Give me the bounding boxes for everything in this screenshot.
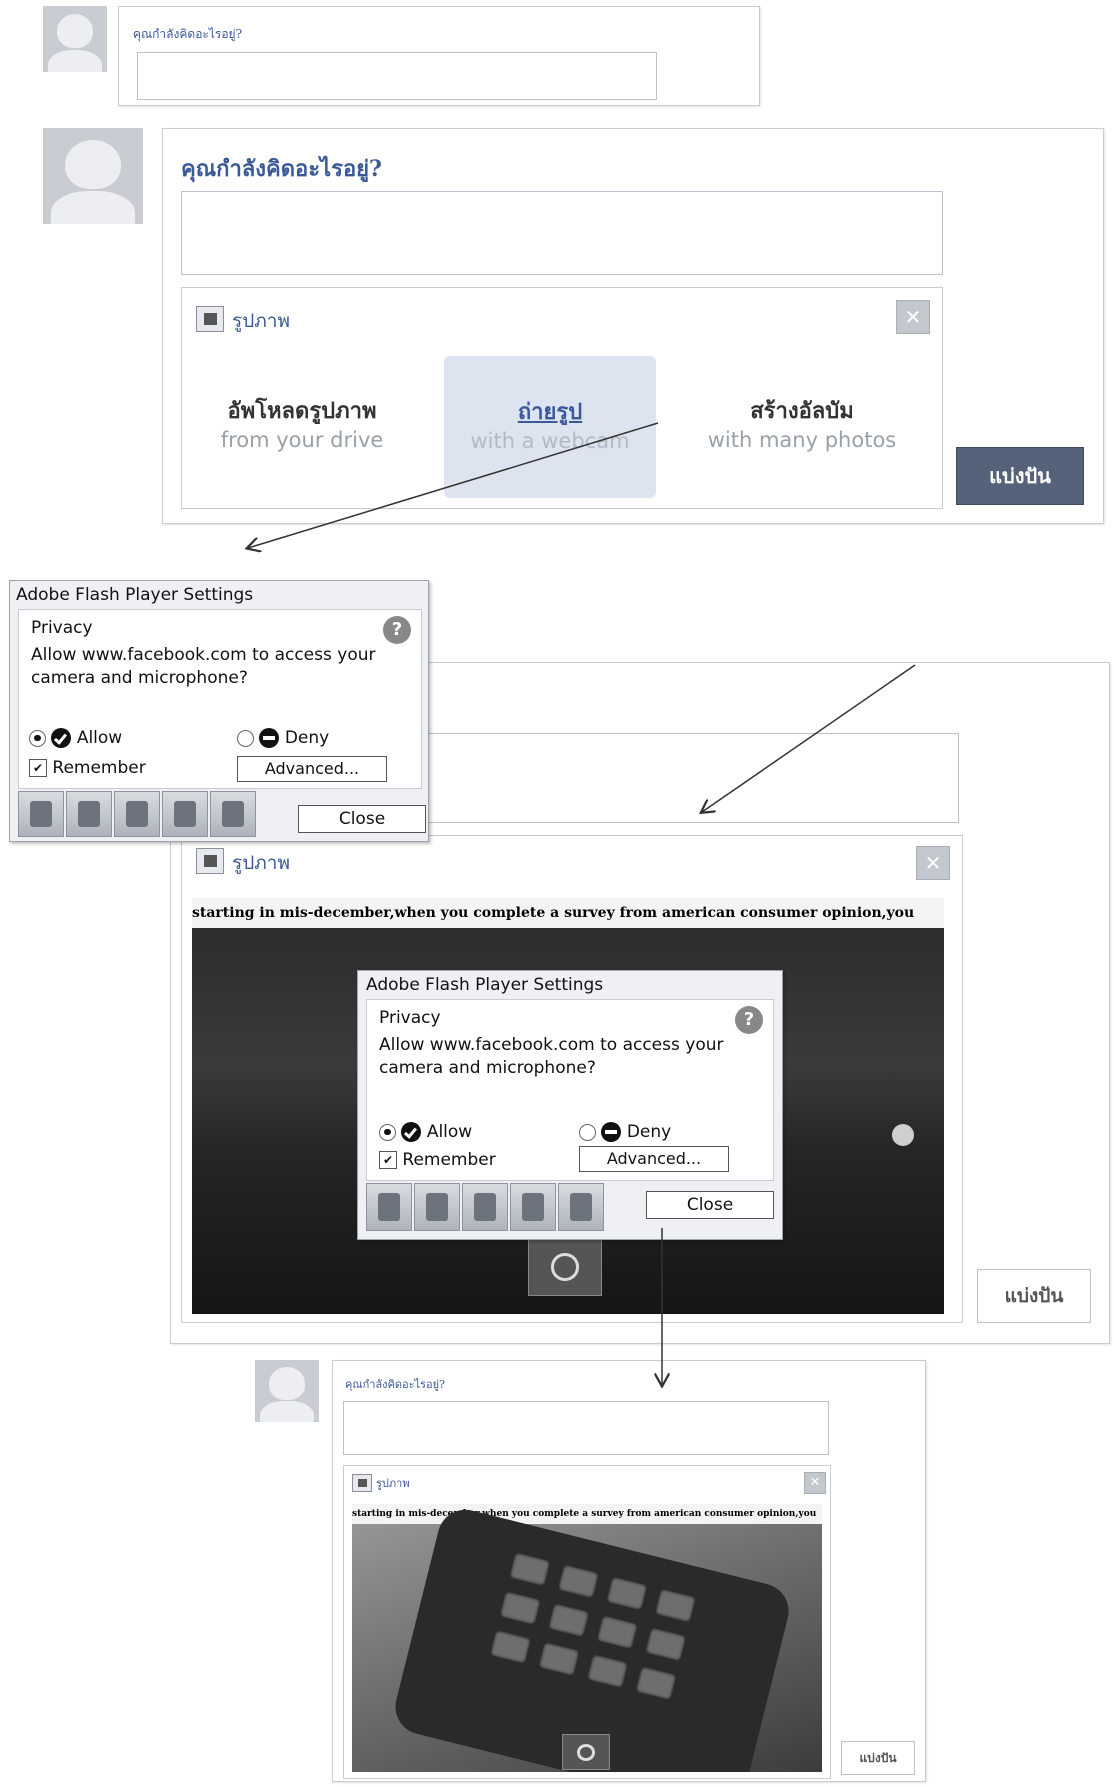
arrow-to-flash-dialog [248, 422, 659, 548]
arrow-to-webcam [702, 664, 916, 812]
flow-arrows [0, 422, 916, 1787]
